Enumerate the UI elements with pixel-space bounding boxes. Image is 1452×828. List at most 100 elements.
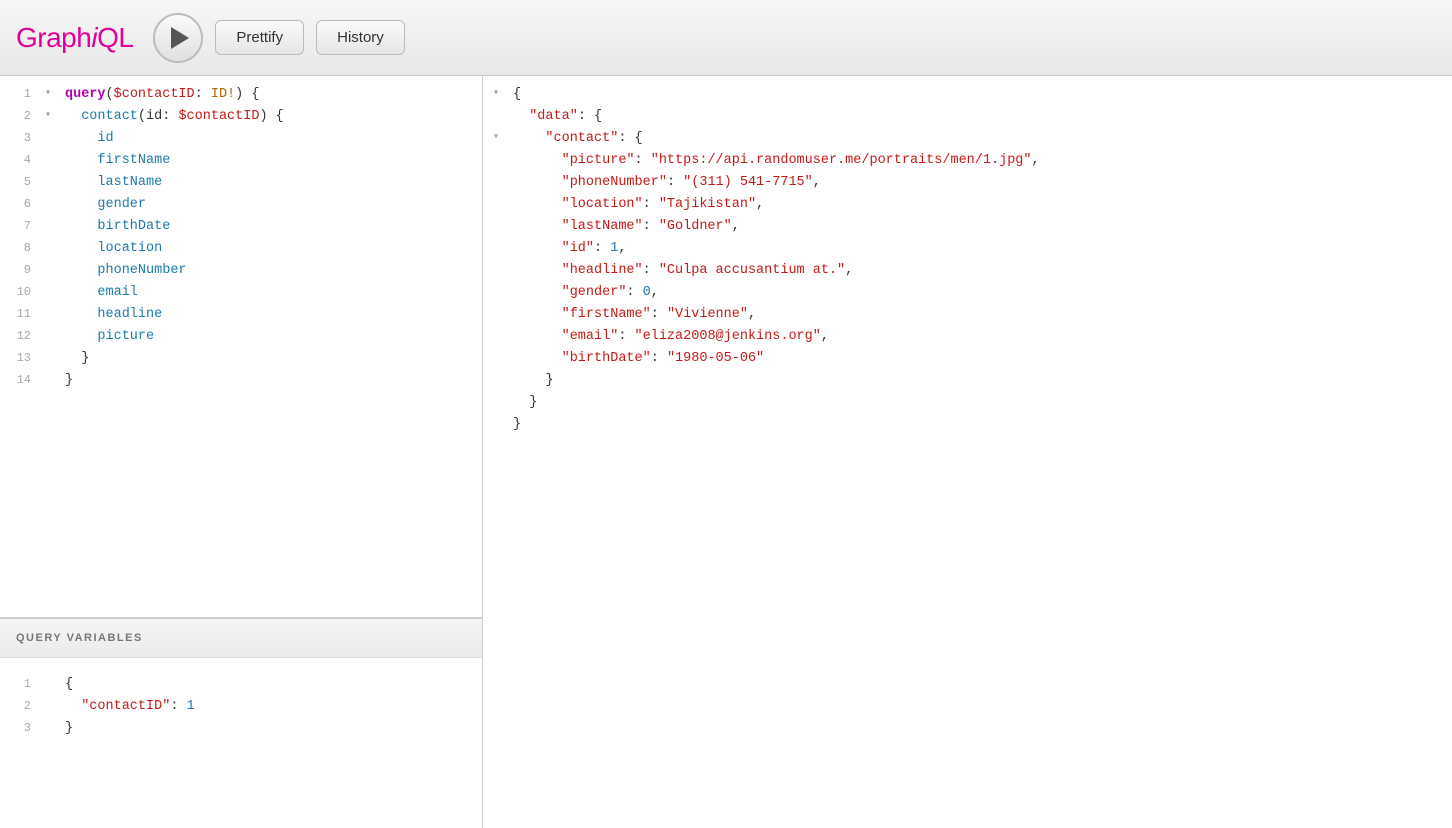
line-number: 13 xyxy=(0,348,45,368)
query-line: 4 firstName xyxy=(0,150,482,172)
vars-line: 2 "contactID": 1 xyxy=(0,696,482,718)
line-content: headline xyxy=(65,304,482,326)
line-number: 1 xyxy=(0,674,45,694)
play-icon xyxy=(171,27,189,49)
result-code: ▾{ "data": {▾ "contact": { "picture": "h… xyxy=(483,76,1452,444)
fold-arrow xyxy=(493,260,513,262)
line-content: { xyxy=(65,674,482,696)
fold-arrow xyxy=(493,414,513,416)
line-content: } xyxy=(65,370,482,392)
result-line: "email": "eliza2008@jenkins.org", xyxy=(483,326,1452,348)
query-editor[interactable]: 1▾query($contactID: ID!) {2▾ contact(id:… xyxy=(0,76,482,618)
fold-arrow xyxy=(493,304,513,306)
line-content: query($contactID: ID!) { xyxy=(65,84,482,106)
fold-arrow xyxy=(45,128,65,130)
query-line: 1▾query($contactID: ID!) { xyxy=(0,84,482,106)
result-line: } xyxy=(483,392,1452,414)
left-panel: 1▾query($contactID: ID!) {2▾ contact(id:… xyxy=(0,76,483,828)
line-number: 8 xyxy=(0,238,45,258)
fold-arrow xyxy=(45,260,65,262)
line-content: birthDate xyxy=(65,216,482,238)
line-content: "phoneNumber": "(311) 541-7715", xyxy=(513,172,1452,194)
fold-arrow xyxy=(45,370,65,372)
variables-content[interactable]: 1{2 "contactID": 13} xyxy=(0,658,482,828)
variables-panel: QUERY VARIABLES 1{2 "contactID": 13} xyxy=(0,618,482,828)
result-line: } xyxy=(483,370,1452,392)
result-line: "firstName": "Vivienne", xyxy=(483,304,1452,326)
fold-arrow xyxy=(493,348,513,350)
fold-arrow xyxy=(493,216,513,218)
line-number: 11 xyxy=(0,304,45,324)
line-content: location xyxy=(65,238,482,260)
result-line: ▾{ xyxy=(483,84,1452,106)
line-content: email xyxy=(65,282,482,304)
query-line: 2▾ contact(id: $contactID) { xyxy=(0,106,482,128)
line-content: gender xyxy=(65,194,482,216)
vars-line: 1{ xyxy=(0,674,482,696)
run-button[interactable] xyxy=(153,13,203,63)
line-content: "email": "eliza2008@jenkins.org", xyxy=(513,326,1452,348)
result-panel[interactable]: ▾{ "data": {▾ "contact": { "picture": "h… xyxy=(483,76,1452,828)
result-line: ▾ "contact": { xyxy=(483,128,1452,150)
vars-code: 1{2 "contactID": 13} xyxy=(0,666,482,748)
line-content: } xyxy=(65,348,482,370)
fold-arrow xyxy=(45,304,65,306)
fold-arrow xyxy=(45,696,65,698)
result-line: "data": { xyxy=(483,106,1452,128)
query-code: 1▾query($contactID: ID!) {2▾ contact(id:… xyxy=(0,76,482,400)
fold-arrow xyxy=(45,194,65,196)
line-content: "data": { xyxy=(513,106,1452,128)
result-line: "id": 1, xyxy=(483,238,1452,260)
query-line: 12 picture xyxy=(0,326,482,348)
query-line: 3 id xyxy=(0,128,482,150)
fold-arrow xyxy=(493,392,513,394)
fold-arrow xyxy=(493,370,513,372)
fold-arrow xyxy=(45,718,65,720)
fold-arrow xyxy=(493,194,513,196)
prettify-button[interactable]: Prettify xyxy=(215,20,304,55)
line-number: 4 xyxy=(0,150,45,170)
result-line: "phoneNumber": "(311) 541-7715", xyxy=(483,172,1452,194)
fold-arrow xyxy=(493,172,513,174)
fold-arrow xyxy=(45,674,65,676)
line-content: contact(id: $contactID) { xyxy=(65,106,482,128)
line-number: 12 xyxy=(0,326,45,346)
variables-header: QUERY VARIABLES xyxy=(0,618,482,658)
fold-arrow xyxy=(45,172,65,174)
line-content: "lastName": "Goldner", xyxy=(513,216,1452,238)
result-line: "headline": "Culpa accusantium at.", xyxy=(483,260,1452,282)
fold-arrow[interactable]: ▾ xyxy=(493,128,513,146)
line-content: "contactID": 1 xyxy=(65,696,482,718)
query-line: 9 phoneNumber xyxy=(0,260,482,282)
line-content: "firstName": "Vivienne", xyxy=(513,304,1452,326)
line-content: "location": "Tajikistan", xyxy=(513,194,1452,216)
fold-arrow xyxy=(45,326,65,328)
line-number: 1 xyxy=(0,84,45,104)
history-button[interactable]: History xyxy=(316,20,405,55)
app-logo: GraphiQL xyxy=(16,22,133,54)
line-number: 3 xyxy=(0,718,45,738)
fold-arrow[interactable]: ▾ xyxy=(45,84,65,102)
vars-line: 3} xyxy=(0,718,482,740)
query-line: 5 lastName xyxy=(0,172,482,194)
line-number: 14 xyxy=(0,370,45,390)
line-number: 3 xyxy=(0,128,45,148)
result-line: } xyxy=(483,414,1452,436)
fold-arrow xyxy=(493,326,513,328)
line-content: "id": 1, xyxy=(513,238,1452,260)
query-line: 10 email xyxy=(0,282,482,304)
fold-arrow[interactable]: ▾ xyxy=(45,106,65,124)
fold-arrow[interactable]: ▾ xyxy=(493,84,513,102)
line-content: } xyxy=(513,392,1452,414)
fold-arrow xyxy=(45,150,65,152)
line-number: 6 xyxy=(0,194,45,214)
line-content: } xyxy=(513,414,1452,436)
line-number: 9 xyxy=(0,260,45,280)
header: GraphiQL Prettify History xyxy=(0,0,1452,76)
query-line: 14} xyxy=(0,370,482,392)
fold-arrow xyxy=(493,106,513,108)
query-line: 8 location xyxy=(0,238,482,260)
query-line: 6 gender xyxy=(0,194,482,216)
line-number: 10 xyxy=(0,282,45,302)
line-content: { xyxy=(513,84,1452,106)
